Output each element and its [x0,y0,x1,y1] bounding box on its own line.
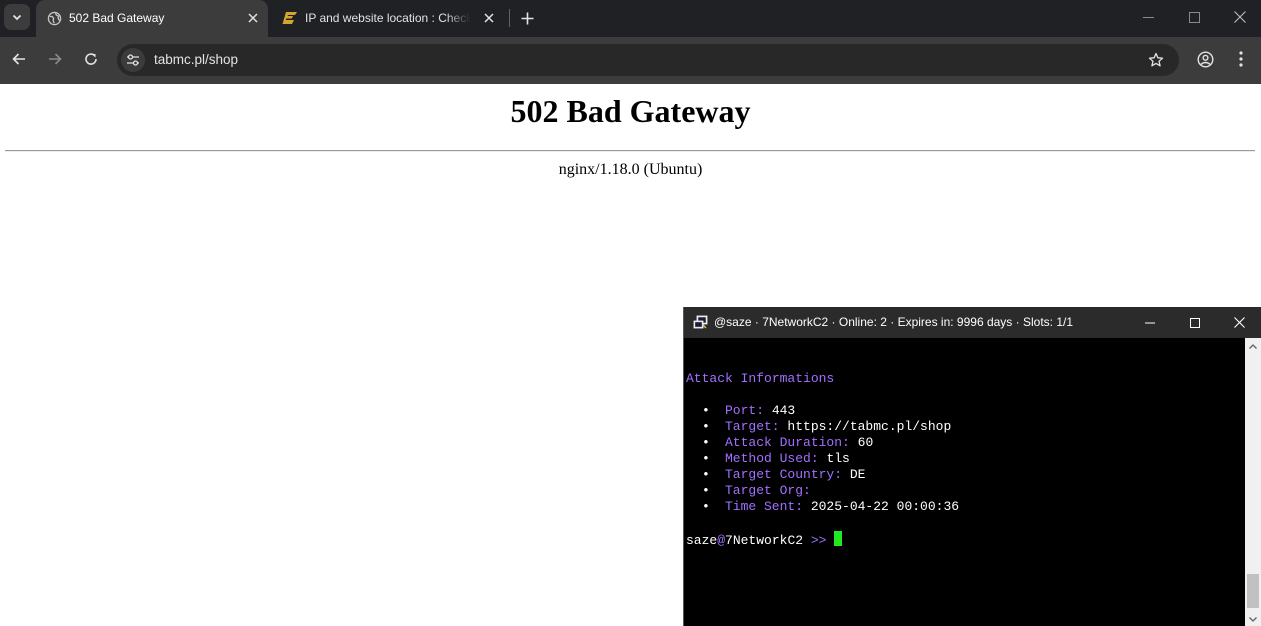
terminal-scrollbar[interactable] [1245,338,1261,626]
tab-title: 502 Bad Gateway [69,11,165,25]
tab-check-host[interactable]: IP and website location : Check [272,0,504,37]
bullet: • [702,499,710,514]
server-signature: nginx/1.18.0 (Ubuntu) [558,161,703,178]
address-bar[interactable]: tabmc.pl/shop [117,44,1179,76]
maximize-button[interactable] [1171,0,1217,34]
terminal-maximize-button[interactable] [1172,307,1217,338]
bullet: • [702,435,710,450]
attack-info-heading: Attack Informations [686,371,835,386]
bullet: • [702,483,710,498]
field-label: Method Used: [725,451,819,466]
field-label: Port: [725,403,765,418]
site-info-button[interactable] [121,48,145,72]
maximize-icon [1189,317,1200,328]
prompt-arrows: >> [810,533,827,548]
divider [5,150,1255,152]
field-value: tls [826,451,850,466]
close-tab-icon[interactable] [244,9,262,27]
close-icon [1234,317,1245,328]
profile-button[interactable] [1191,45,1219,73]
tab-title: IP and website location : Check [305,11,470,25]
field-label: Target Org: [725,483,811,498]
page-heading: 502 Bad Gateway [510,93,751,129]
field-value: 443 [771,403,796,418]
tune-icon [127,54,139,66]
field-label: Time Sent: [725,499,804,514]
minimize-icon [1142,16,1154,18]
terminal-output[interactable]: Attack Informations • Port: 443 • Target: … [686,338,1246,626]
arrow-right-icon [49,53,62,65]
close-icon [1234,11,1246,23]
scroll-down-arrow-icon[interactable] [1248,614,1258,624]
maximize-icon [1188,11,1200,23]
url-text[interactable]: tabmc.pl/shop [154,52,238,68]
reload-button[interactable] [77,45,105,73]
prompt-host: 7NetworkC2 [725,533,804,548]
field-label: Attack Duration: [725,435,850,450]
terminal-minimize-button[interactable] [1127,307,1172,338]
tab-502-bad-gateway[interactable]: 502 Bad Gateway [36,0,268,37]
field-label: Target: [725,419,780,434]
plus-icon [521,12,533,24]
minimize-icon [1144,322,1155,323]
bookmark-star-icon[interactable] [1147,51,1165,69]
tab-strip: 502 Bad Gateway IP and website location … [0,0,1261,37]
terminal-title: @saze · 7NetworkC2 · Online: 2 · Expires… [714,315,1073,329]
field-value: 60 [857,435,874,450]
browser-menu-button[interactable] [1227,45,1255,73]
bullet: • [702,419,710,434]
browser-toolbar: tabmc.pl/shop [0,37,1261,84]
tab-separator [509,9,510,27]
field-value: 2025-04-22 00:00:36 [810,499,960,514]
field-value: DE [849,467,866,482]
new-tab-button[interactable] [516,7,538,29]
terminal-title-bar[interactable]: @saze · 7NetworkC2 · Online: 2 · Expires… [684,307,1261,338]
back-button[interactable] [5,45,33,73]
prompt-at: @ [717,533,726,548]
close-tab-icon[interactable] [480,9,498,27]
prompt-user: saze [686,533,718,548]
account-circle-icon [1196,50,1214,68]
field-label: Target Country: [725,467,843,482]
bullet: • [702,403,710,418]
close-window-button[interactable] [1217,0,1261,34]
field-value: https://tabmc.pl/shop [787,419,952,434]
terminal-window: @saze · 7NetworkC2 · Online: 2 · Expires… [683,307,1261,626]
arrow-left-icon [12,53,25,65]
check-host-logo-icon [282,10,298,26]
forward-button[interactable] [41,45,69,73]
scroll-up-arrow-icon[interactable] [1248,342,1258,352]
scrollbar-thumb[interactable] [1247,574,1259,608]
text-cursor [834,531,843,546]
globe-icon [46,10,62,26]
terminal-close-button[interactable] [1217,307,1261,338]
chevron-down-icon [12,14,22,21]
minimize-button[interactable] [1125,0,1171,34]
bullet: • [702,451,710,466]
putty-terminal-icon [693,315,708,329]
tab-search-button[interactable] [4,4,30,30]
command-prompt[interactable]: saze@7NetworkC2 >> [686,531,843,549]
reload-icon [85,53,97,65]
more-vert-icon [1239,51,1243,67]
bullet: • [702,467,710,482]
